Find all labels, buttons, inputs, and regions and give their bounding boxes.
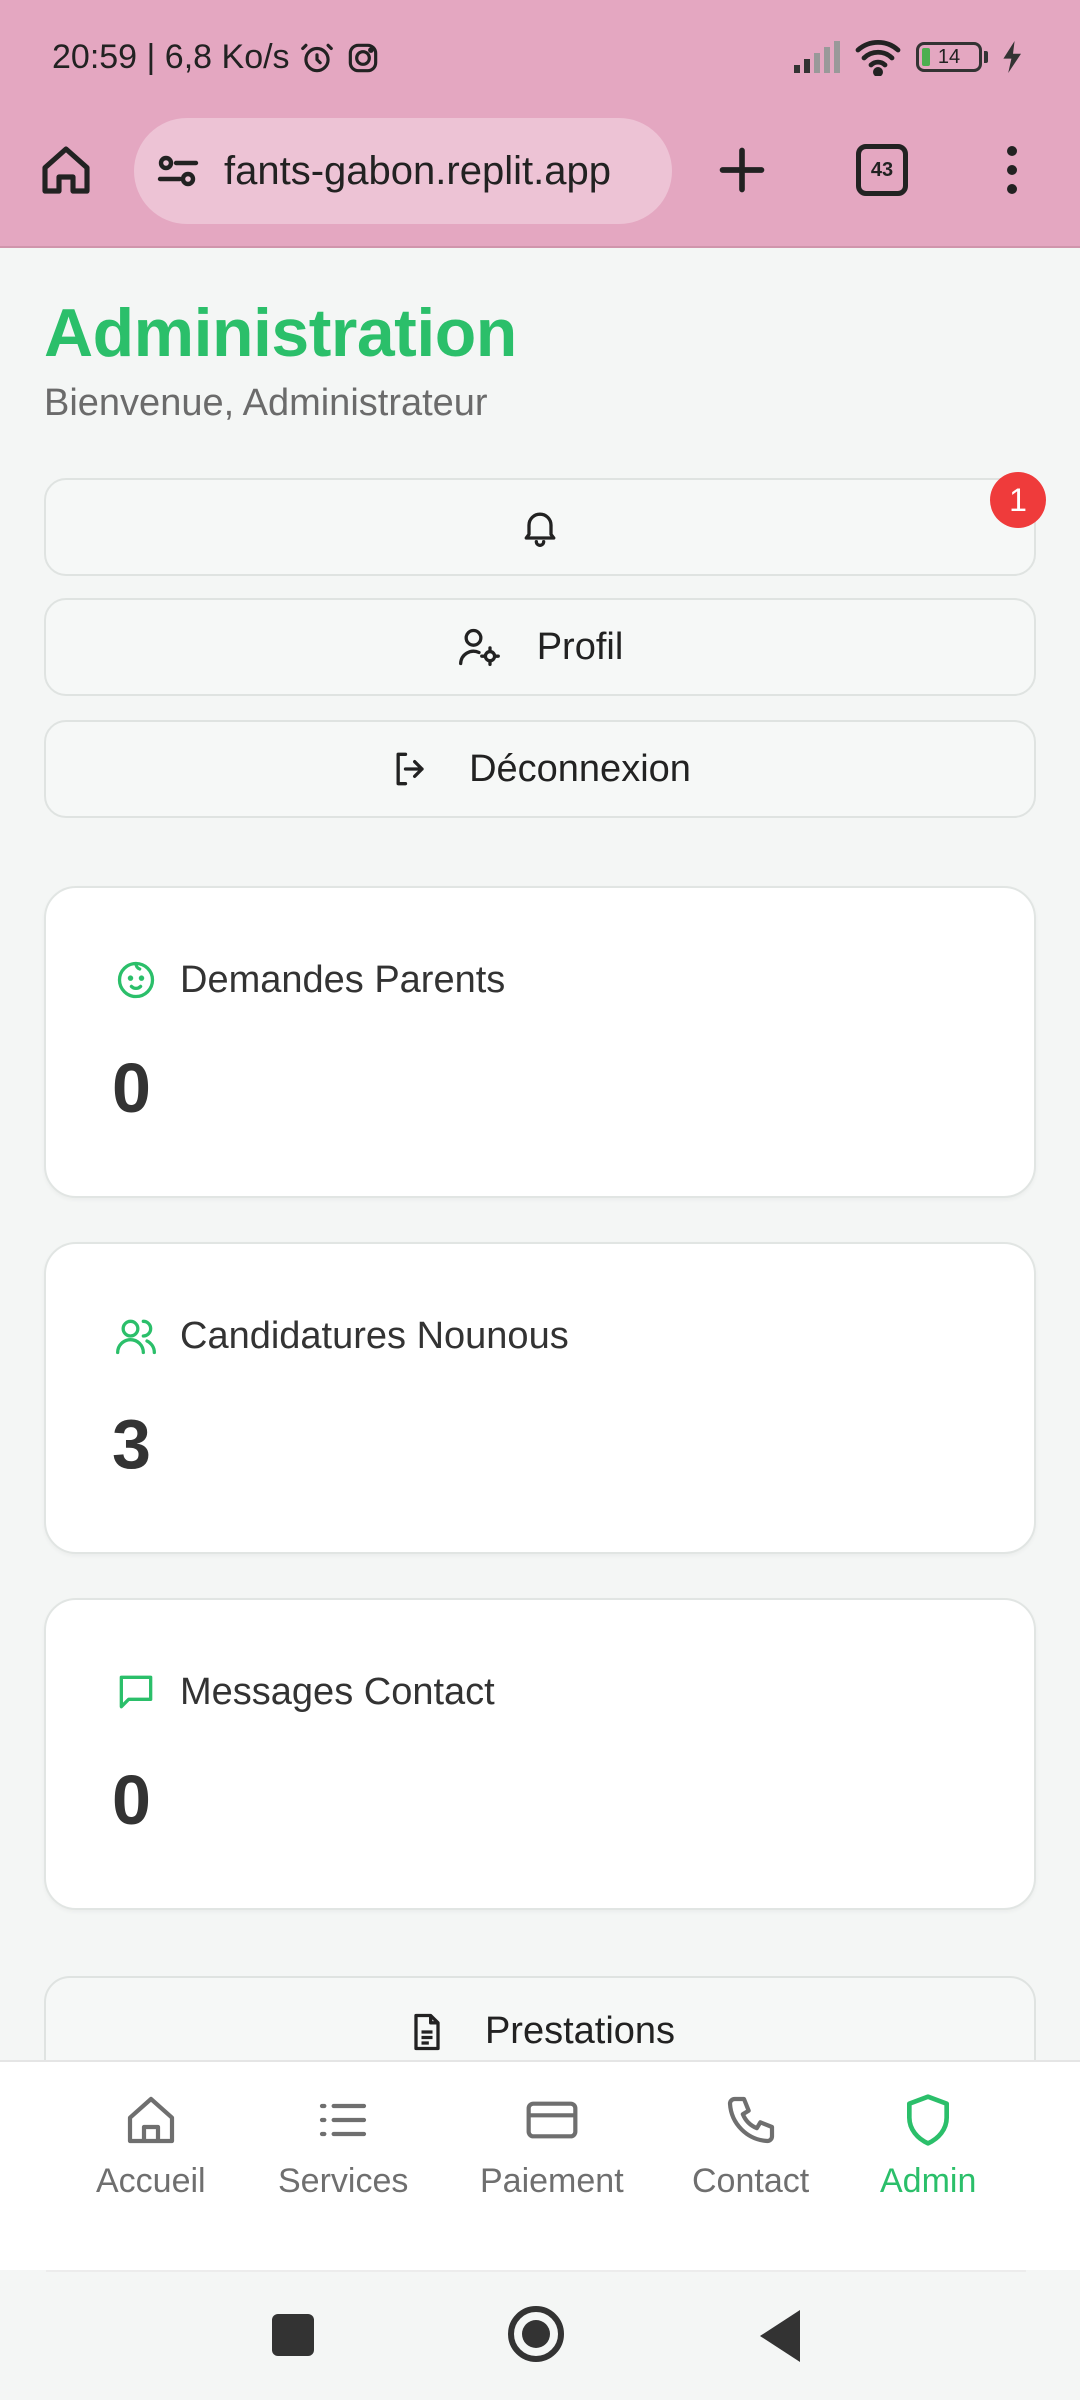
- home-system-button[interactable]: [508, 2306, 564, 2362]
- status-bar: 20:59 | 6,8 Ko/s 14: [0, 0, 1080, 118]
- page-title: Administration: [44, 295, 517, 371]
- bottom-nav: Accueil Services Paiement Contact Admin: [0, 2060, 1080, 2272]
- bell-icon: [524, 512, 556, 547]
- nav-item-paiement[interactable]: Paiement: [480, 2092, 624, 2201]
- logout-icon: [396, 752, 424, 786]
- nav-label: Contact: [692, 2162, 810, 2200]
- menu-dot: [1007, 146, 1017, 156]
- stat-header: Demandes Parents: [114, 958, 505, 1002]
- site-settings-icon[interactable]: [154, 147, 202, 195]
- browser-menu-button[interactable]: [990, 140, 1034, 200]
- stat-label: Demandes Parents: [180, 958, 506, 1001]
- menu-dot: [1007, 165, 1017, 175]
- document-icon: [414, 2013, 440, 2051]
- admin-page: Administration Bienvenue, Administrateur…: [0, 250, 1080, 2060]
- nav-label: Services: [278, 2162, 409, 2200]
- logout-button[interactable]: Déconnexion: [44, 720, 1036, 818]
- prestations-button[interactable]: Prestations: [44, 1976, 1036, 2060]
- battery-nub: [984, 51, 988, 63]
- welcome-subtitle: Bienvenue, Administrateur: [44, 382, 488, 424]
- stat-value: 0: [112, 1761, 151, 1839]
- baby-icon: [117, 961, 155, 999]
- system-nav-bar: [0, 2272, 1080, 2400]
- recents-button[interactable]: [272, 2314, 314, 2356]
- status-left: 20:59 | 6,8 Ko/s: [52, 38, 382, 77]
- nav-item-contact[interactable]: Contact: [692, 2092, 809, 2201]
- tab-count: 43: [870, 158, 894, 181]
- notifications-button[interactable]: [44, 478, 1036, 576]
- shield-icon: [907, 2094, 950, 2146]
- nav-label: Paiement: [480, 2162, 624, 2200]
- signal-icon: [794, 41, 840, 73]
- nav-label: Admin: [880, 2162, 977, 2200]
- phone-icon: [727, 2096, 774, 2144]
- status-right: 14: [792, 38, 1024, 76]
- stat-value: 3: [112, 1405, 151, 1483]
- browser-toolbar: fants-gabon.replit.app 43: [0, 118, 1080, 248]
- prestations-label: Prestations: [484, 2010, 676, 2052]
- credit-card-icon: [526, 2101, 578, 2139]
- stat-header: Candidatures Nounous: [114, 1314, 569, 1358]
- battery-level: 14: [937, 45, 961, 68]
- users-icon: [116, 1319, 156, 1355]
- home-icon: [127, 2096, 174, 2144]
- alarm-icon: [300, 43, 333, 72]
- stat-value: 0: [112, 1049, 151, 1127]
- user-settings-icon: [458, 628, 500, 667]
- nav-item-accueil[interactable]: Accueil: [96, 2092, 206, 2201]
- profile-button[interactable]: Profil: [44, 598, 1036, 696]
- browser-home-button[interactable]: [36, 140, 96, 200]
- address-bar[interactable]: fants-gabon.replit.app: [134, 118, 672, 224]
- wifi-icon: [855, 39, 901, 76]
- stat-header: Messages Contact: [114, 1670, 495, 1714]
- stat-label: Candidatures Nounous: [180, 1314, 569, 1357]
- tab-switcher-button[interactable]: 43: [856, 144, 908, 196]
- status-time-speed: 20:59 | 6,8 Ko/s: [52, 38, 290, 76]
- nav-item-admin[interactable]: Admin: [880, 2092, 976, 2201]
- menu-dot: [1007, 184, 1017, 194]
- battery-icon: 14: [916, 42, 982, 72]
- plus-icon: [719, 147, 765, 193]
- back-button[interactable]: [760, 2310, 800, 2362]
- new-tab-button[interactable]: [712, 140, 772, 200]
- nav-item-services[interactable]: Services: [278, 2092, 408, 2201]
- home-icon: [42, 146, 90, 194]
- instagram-icon: [348, 43, 377, 72]
- list-icon: [320, 2103, 367, 2137]
- stat-card-parent-requests[interactable]: Demandes Parents 0: [44, 886, 1036, 1198]
- stat-label: Messages Contact: [180, 1670, 495, 1713]
- stat-card-contact-messages[interactable]: Messages Contact 0: [44, 1598, 1036, 1910]
- charging-icon: [1003, 41, 1021, 73]
- notification-count-badge: 1: [990, 472, 1046, 528]
- message-icon: [119, 1675, 153, 1709]
- logout-label: Déconnexion: [469, 747, 691, 790]
- profile-label: Profil: [536, 625, 624, 668]
- nav-label: Accueil: [96, 2162, 206, 2200]
- url-text[interactable]: fants-gabon.replit.app: [224, 149, 611, 194]
- stat-card-nanny-applications[interactable]: Candidatures Nounous 3: [44, 1242, 1036, 1554]
